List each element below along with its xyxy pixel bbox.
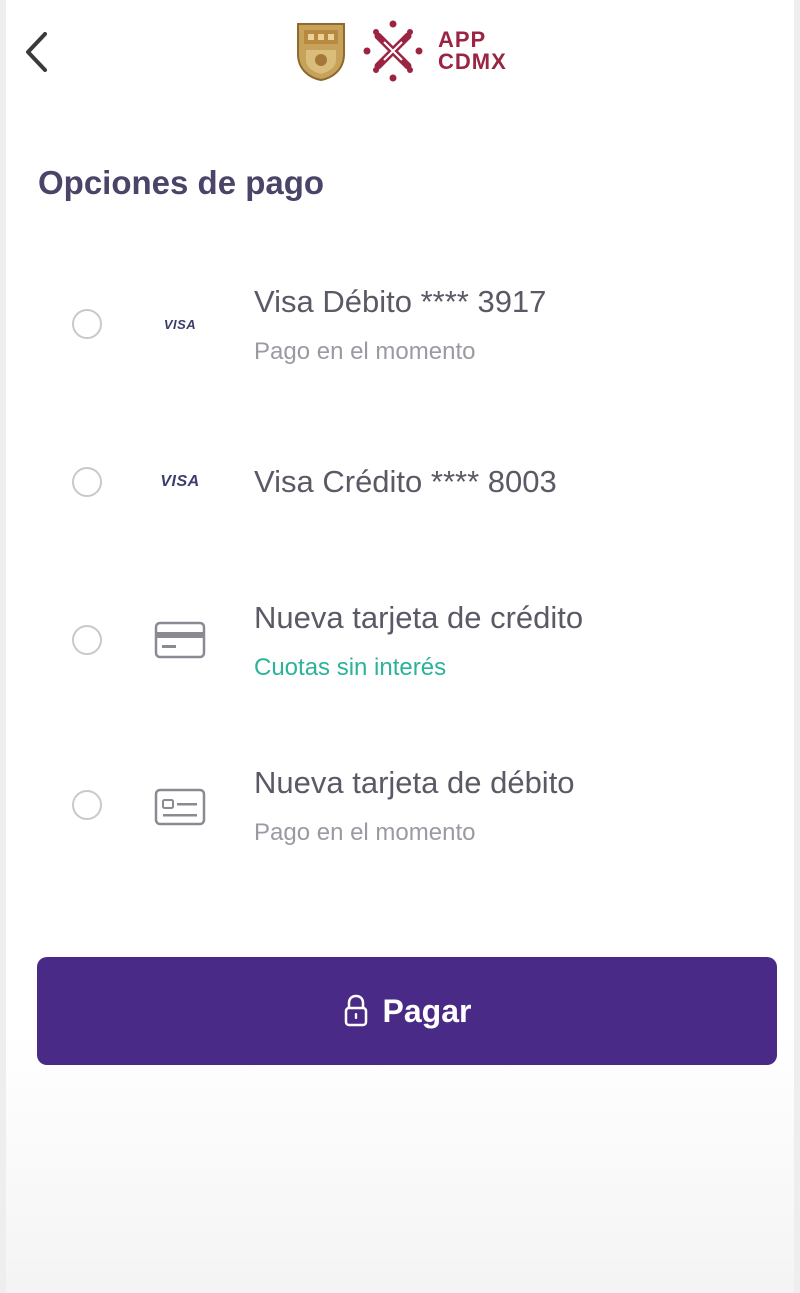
chevron-left-icon: [26, 32, 47, 72]
option-title: Visa Débito **** 3917: [254, 284, 547, 319]
option-title: Visa Crédito **** 8003: [254, 464, 557, 499]
page-title: Opciones de pago: [38, 164, 325, 201]
pay-button[interactable]: Pagar: [37, 957, 777, 1065]
radio-button[interactable]: [72, 625, 102, 655]
screen-edge-right: [794, 0, 800, 1293]
lock-icon: [344, 994, 367, 1027]
visa-logo: VISA: [152, 304, 208, 344]
debit-card-icon: [152, 787, 208, 827]
header-logos: APP CDMX: [294, 14, 507, 88]
radio-button[interactable]: [72, 467, 102, 497]
back-button[interactable]: [14, 26, 58, 78]
option-title: Nueva tarjeta de crédito: [254, 600, 584, 635]
pay-button-label: Pagar: [382, 992, 472, 1029]
option-subtitle: Pago en el momento: [254, 819, 476, 846]
cdmx-shield-logo: [297, 23, 345, 82]
visa-brand-label: VISA: [160, 473, 200, 490]
payment-options-screen: APP CDMX Opciones de pago VISA Visa Débi…: [0, 0, 800, 1293]
app-name: APP CDMX: [438, 29, 507, 73]
credit-card-icon: [152, 620, 208, 660]
background-fade: [0, 1033, 800, 1293]
cdmx-brand-logo: [363, 20, 423, 82]
payment-option-visa-debit[interactable]: VISA Visa Débito **** 3917 Pago en el mo…: [40, 270, 760, 380]
visa-brand-label: VISA: [163, 316, 197, 332]
app-name-line1: APP: [438, 27, 487, 52]
option-title: Nueva tarjeta de débito: [254, 765, 575, 800]
screen-edge-left: [0, 0, 6, 1293]
payment-option-new-credit-card[interactable]: Nueva tarjeta de crédito Cuotas sin inte…: [40, 590, 760, 700]
payment-option-new-debit-card[interactable]: Nueva tarjeta de débito Pago en el momen…: [40, 755, 760, 865]
radio-button[interactable]: [72, 309, 102, 339]
visa-logo: VISA: [152, 462, 208, 502]
option-subtitle: Pago en el momento: [254, 338, 476, 365]
option-subtitle: Cuotas sin interés: [254, 654, 447, 681]
radio-button[interactable]: [72, 790, 102, 820]
app-name-line2: CDMX: [438, 49, 507, 74]
payment-option-visa-credit[interactable]: VISA Visa Crédito **** 8003: [40, 440, 760, 530]
